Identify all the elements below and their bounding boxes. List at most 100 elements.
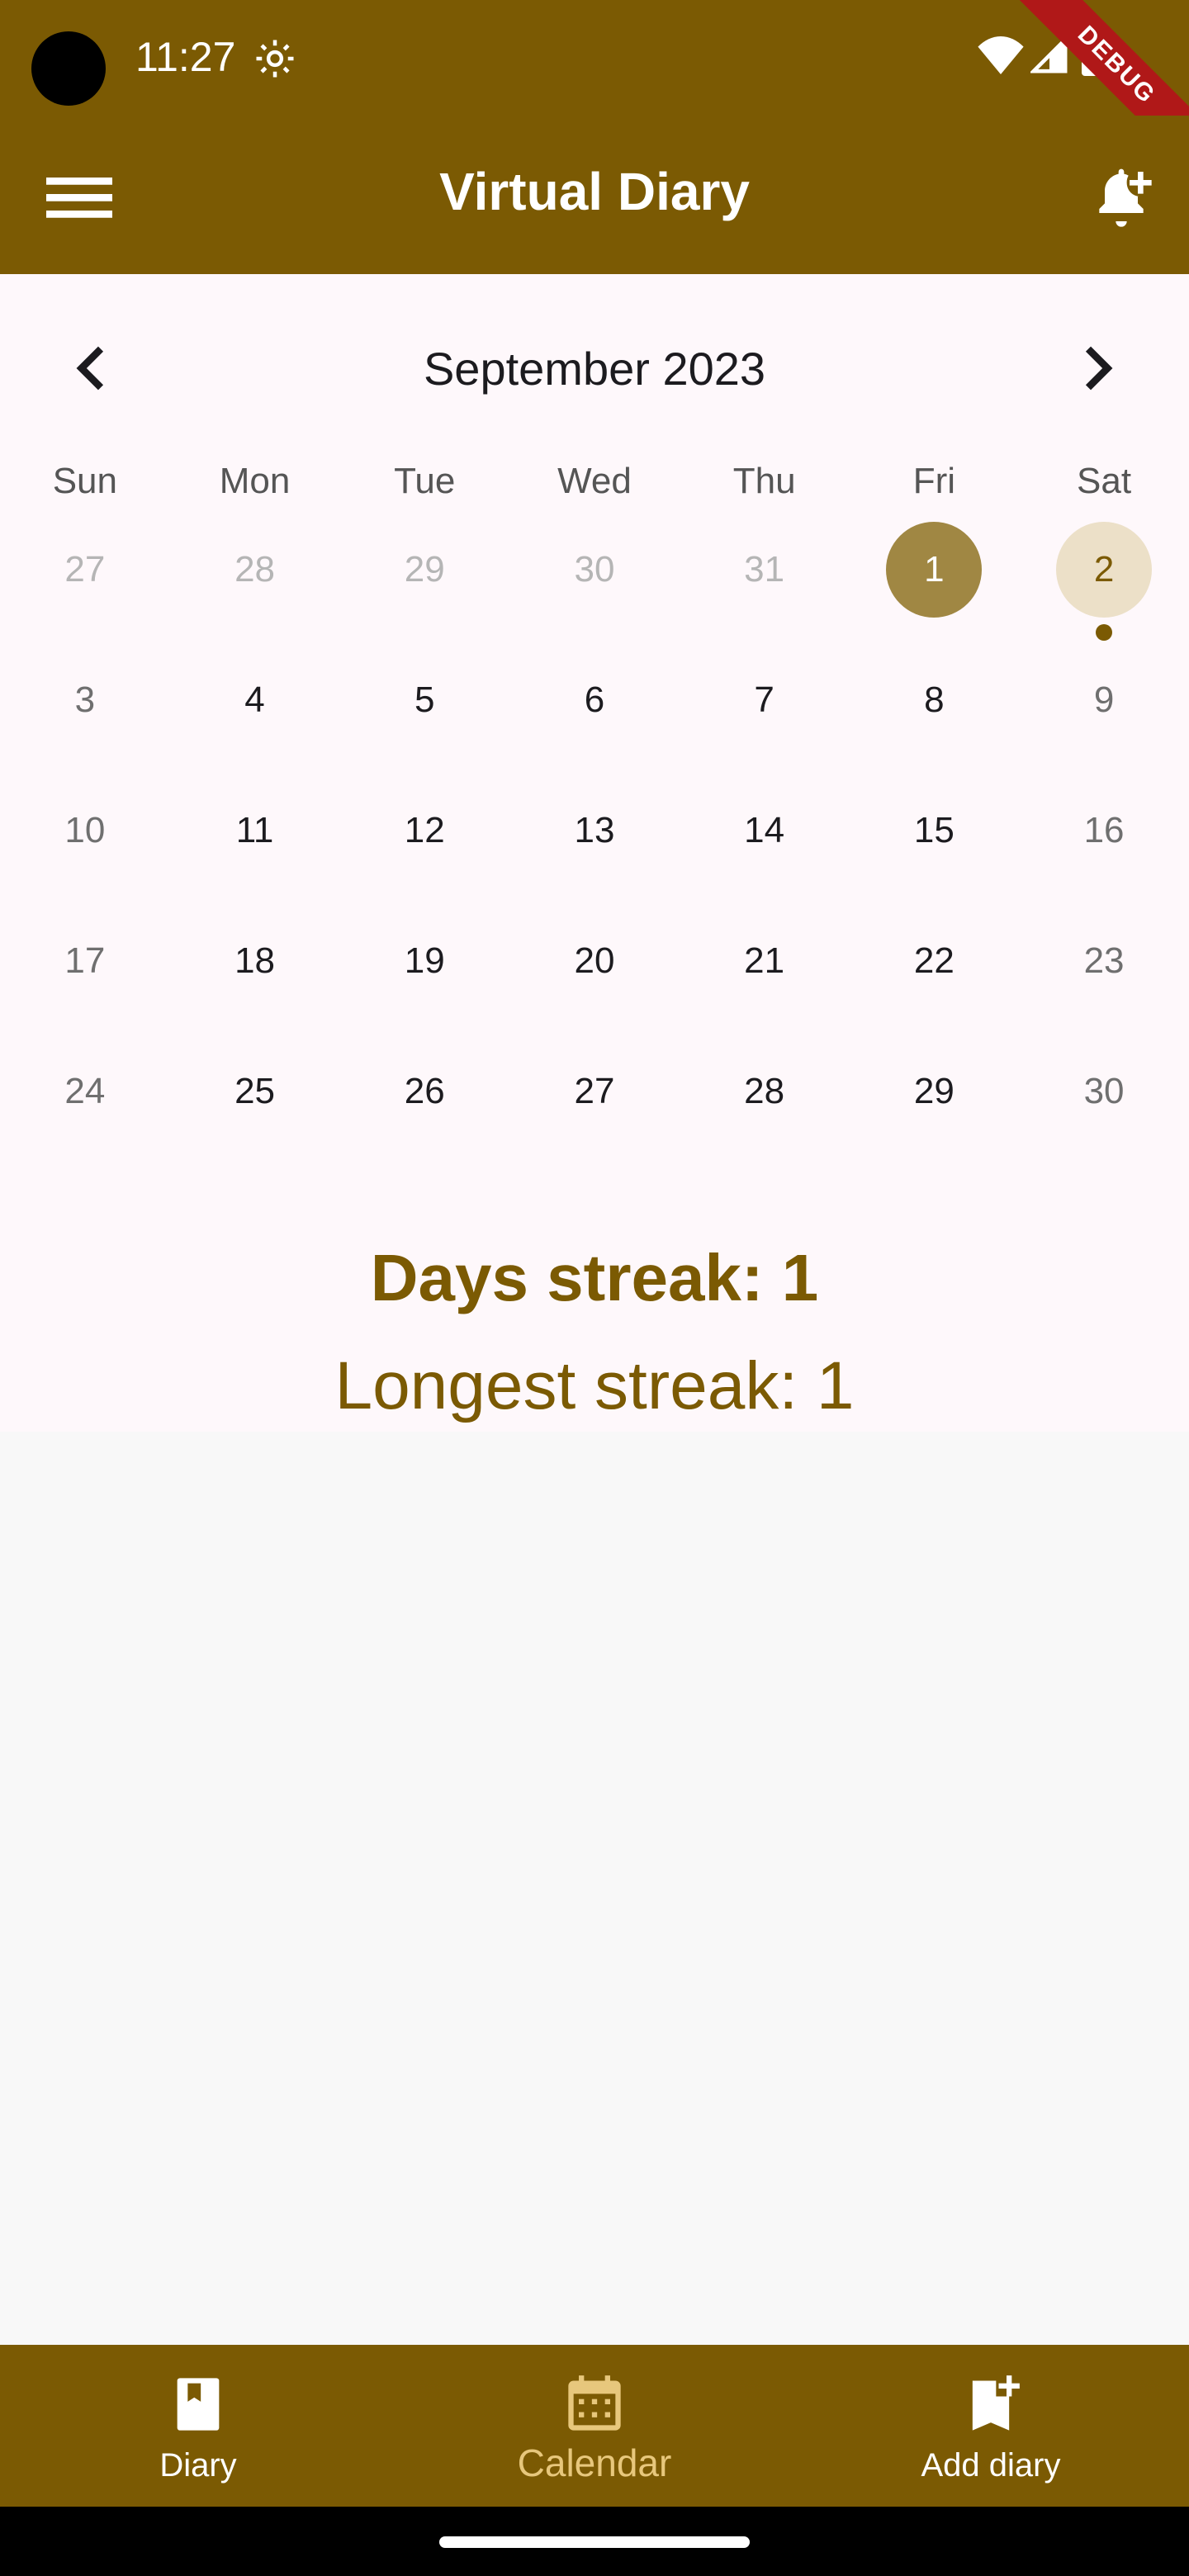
- calendar-day[interactable]: 19: [339, 910, 509, 1040]
- calendar-day-number: 8: [924, 680, 945, 720]
- calendar-day-number: 17: [64, 940, 106, 981]
- calendar-day-number: 29: [404, 549, 445, 590]
- calendar-day[interactable]: 23: [1019, 910, 1189, 1040]
- calendar-day[interactable]: 15: [850, 779, 1020, 910]
- nav-label-diary: Diary: [159, 2447, 237, 2484]
- calendar-day-number: 3: [74, 680, 96, 720]
- calendar-icon: [568, 2375, 621, 2431]
- chevron-right-icon[interactable]: [1063, 335, 1130, 401]
- month-header: September 2023: [0, 324, 1189, 414]
- calendar-day[interactable]: 31: [680, 519, 850, 649]
- calendar-day[interactable]: 8: [850, 649, 1020, 779]
- calendar-day[interactable]: 14: [680, 779, 850, 910]
- bottom-navigation-bar: Diary Calendar Add diary: [0, 2345, 1189, 2507]
- camera-cutout: [31, 31, 106, 106]
- nav-label-add-diary: Add diary: [921, 2447, 1061, 2484]
- calendar-day-number: 9: [1093, 680, 1115, 720]
- settings-gear-icon: [256, 40, 294, 78]
- book-icon: [177, 2378, 220, 2431]
- calendar-day[interactable]: 11: [170, 779, 340, 910]
- calendar-day-number: 23: [1083, 940, 1125, 981]
- calendar-day-number: 6: [584, 680, 605, 720]
- calendar-day[interactable]: 9: [1019, 649, 1189, 779]
- calendar-day-number: 28: [234, 549, 276, 590]
- calendar-day-number: 19: [404, 940, 445, 981]
- calendar-day[interactable]: 29: [339, 519, 509, 649]
- calendar-day[interactable]: 28: [680, 1040, 850, 1171]
- calendar-grid: 27 28 29 30 31 1 2 3 4 5 6 7 8 9 10 11 12 13 14 15 16 17 18 19 2…: [0, 519, 1189, 1171]
- gesture-handle[interactable]: [439, 2536, 750, 2548]
- calendar-day-number: 28: [744, 1071, 785, 1111]
- calendar-day[interactable]: 22: [850, 910, 1020, 1040]
- calendar-day[interactable]: 18: [170, 910, 340, 1040]
- status-time: 11:27: [135, 34, 236, 80]
- day-of-week-label: Wed: [557, 461, 632, 501]
- nav-label-calendar: Calendar: [517, 2441, 672, 2484]
- calendar-day-number: 13: [574, 810, 615, 850]
- calendar-day[interactable]: 30: [1019, 1040, 1189, 1171]
- calendar-day-number: 18: [234, 940, 276, 981]
- calendar-day[interactable]: 26: [339, 1040, 509, 1171]
- calendar-day[interactable]: 17: [0, 910, 170, 1040]
- longest-streak-text: Longest streak: 1: [334, 1348, 855, 1423]
- day-of-week-label: Thu: [732, 461, 796, 501]
- calendar-panel: September 2023 Sun Mon Tue Wed Thu Fri S…: [0, 274, 1189, 1432]
- calendar-day[interactable]: 10: [0, 779, 170, 910]
- bookmark-add-icon: [972, 2375, 1020, 2431]
- calendar-day[interactable]: 13: [509, 779, 680, 910]
- day-of-week-label: Sun: [52, 461, 117, 501]
- calendar-day[interactable]: 20: [509, 910, 680, 1040]
- month-title: September 2023: [423, 343, 766, 395]
- calendar-day[interactable]: 12: [339, 779, 509, 910]
- calendar-week-row: 27 28 29 30 31 1 2: [0, 519, 1189, 649]
- calendar-day-number: 5: [414, 680, 435, 720]
- system-navigation-area: [0, 2507, 1189, 2576]
- calendar-day-number: 7: [754, 680, 775, 720]
- calendar-day-number: 27: [574, 1071, 615, 1111]
- calendar-day-number: 31: [744, 549, 785, 590]
- calendar-day[interactable]: 3: [0, 649, 170, 779]
- event-marker-dot: [1096, 624, 1113, 641]
- calendar-day-number: 4: [244, 680, 265, 720]
- calendar-day-number: 27: [64, 549, 106, 590]
- calendar-week-row: 24 25 26 27 28 29 30: [0, 1040, 1189, 1171]
- app-title: Virtual Diary: [439, 162, 750, 221]
- calendar-week-row: 10 11 12 13 14 15 16: [0, 779, 1189, 910]
- calendar-day-number: 2: [1056, 522, 1153, 618]
- nav-item-add-diary[interactable]: Add diary: [793, 2345, 1189, 2507]
- calendar-day[interactable]: 16: [1019, 779, 1189, 910]
- calendar-day[interactable]: 5: [339, 649, 509, 779]
- calendar-day-number: 15: [913, 810, 955, 850]
- calendar-day-number: 30: [574, 549, 615, 590]
- calendar-day-number: 30: [1083, 1071, 1125, 1111]
- day-of-week-label: Fri: [912, 461, 956, 501]
- calendar-day[interactable]: 4: [170, 649, 340, 779]
- calendar-day[interactable]: 28: [170, 519, 340, 649]
- calendar-day[interactable]: 27: [509, 1040, 680, 1171]
- calendar-day-number: 14: [744, 810, 785, 850]
- days-of-week-row: Sun Mon Tue Wed Thu Fri Sat: [0, 461, 1189, 519]
- calendar-day[interactable]: 2: [1019, 519, 1189, 649]
- calendar-day[interactable]: 6: [509, 649, 680, 779]
- nav-item-calendar[interactable]: Calendar: [396, 2345, 793, 2507]
- calendar-day-number: 10: [64, 810, 106, 850]
- status-bar: 11:27 DEBUG: [0, 0, 1189, 169]
- calendar-day[interactable]: 24: [0, 1040, 170, 1171]
- day-of-week-label: Tue: [394, 461, 456, 501]
- calendar-day[interactable]: 27: [0, 519, 170, 649]
- calendar-day[interactable]: 25: [170, 1040, 340, 1171]
- calendar-day[interactable]: 1: [850, 519, 1020, 649]
- calendar-day[interactable]: 21: [680, 910, 850, 1040]
- calendar-day-number: 12: [404, 810, 445, 850]
- calendar-day-number: 21: [744, 940, 785, 981]
- wifi-icon: [978, 36, 1024, 74]
- calendar-day-number: 25: [234, 1071, 276, 1111]
- nav-item-diary[interactable]: Diary: [0, 2345, 396, 2507]
- calendar-day[interactable]: 7: [680, 649, 850, 779]
- calendar-day-number: 20: [574, 940, 615, 981]
- bell-plus-icon[interactable]: [1088, 163, 1154, 230]
- calendar-day[interactable]: 29: [850, 1040, 1020, 1171]
- day-of-week-label: Sat: [1077, 461, 1132, 501]
- calendar-day[interactable]: 30: [509, 519, 680, 649]
- calendar-day-number: 1: [886, 522, 983, 618]
